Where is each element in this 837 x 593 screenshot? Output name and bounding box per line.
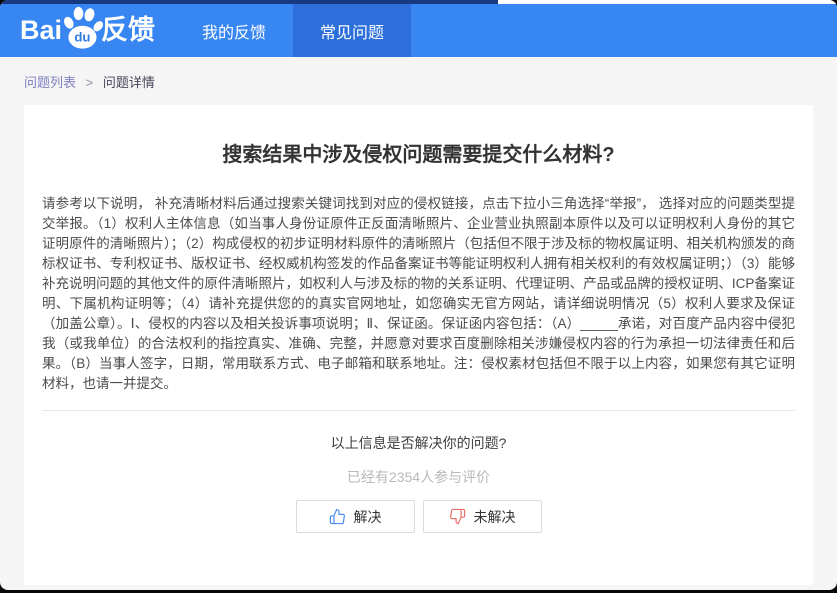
- question-title: 搜索结果中涉及侵权问题需要提交什么材料?: [42, 138, 795, 167]
- app-header: Bai du 反馈 我的反馈 常见问题: [0, 4, 837, 57]
- section-divider: [42, 410, 795, 411]
- baidu-paw-icon: du: [60, 6, 104, 50]
- question-detail-card: 搜索结果中涉及侵权问题需要提交什么材料? 请参考以下说明， 补充清晰材料后通过搜…: [24, 105, 813, 585]
- solved-button[interactable]: 解决: [296, 500, 415, 533]
- breadcrumb-separator: >: [86, 75, 94, 90]
- app-window: Bai du 反馈 我的反馈 常见问题: [0, 0, 837, 590]
- main-nav: 我的反馈 常见问题: [175, 4, 411, 57]
- thumbs-up-icon: [329, 508, 346, 525]
- logo-text-product: 反馈: [101, 17, 155, 44]
- vote-question: 以上信息是否解决你的问题?: [42, 433, 795, 453]
- vote-participation-count: 已经有2354人参与评价: [42, 467, 795, 487]
- logo-text-du: du: [74, 29, 90, 44]
- baidu-feedback-logo[interactable]: Bai du 反馈: [20, 4, 155, 57]
- unsolved-button[interactable]: 未解决: [423, 500, 542, 533]
- thumbs-down-icon: [449, 508, 466, 525]
- vote-buttons-row: 解决 未解决: [42, 500, 795, 585]
- breadcrumb-current: 问题详情: [103, 75, 155, 90]
- question-body-text: 请参考以下说明， 补充清晰材料后通过搜索关键词找到对应的侵权链接，点击下拉小三角…: [42, 194, 795, 394]
- vote-section: 以上信息是否解决你的问题? 已经有2354人参与评价 解决: [42, 410, 795, 585]
- solved-button-label: 解决: [354, 507, 382, 527]
- nav-tab-my-feedback[interactable]: 我的反馈: [175, 4, 293, 57]
- nav-tab-faq[interactable]: 常见问题: [293, 4, 411, 57]
- unsolved-button-label: 未解决: [474, 507, 516, 527]
- breadcrumb: 问题列表 > 问题详情: [24, 75, 813, 91]
- page-body: 问题列表 > 问题详情 搜索结果中涉及侵权问题需要提交什么材料? 请参考以下说明…: [0, 57, 837, 590]
- logo-text-bai: Bai: [20, 17, 62, 44]
- breadcrumb-question-list-link[interactable]: 问题列表: [24, 75, 76, 90]
